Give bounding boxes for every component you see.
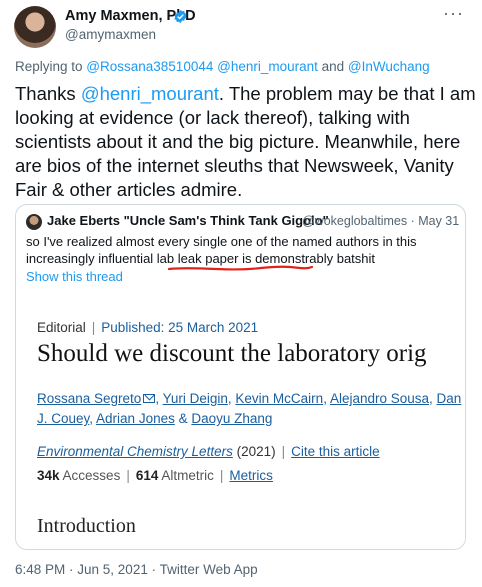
article-screenshot: Editorial | Published: 25 March 2021 Shoul… <box>16 297 465 549</box>
mention-link[interactable]: @Rossana38510044 <box>86 59 213 74</box>
author-link[interactable]: Rossana Segreto <box>37 391 141 406</box>
article-metrics: 34k Accesses | 614 Altmetric | Metrics <box>37 468 273 483</box>
quote-author-name: Jake Eberts "Uncle Sam's Think Tank Gigo… <box>47 213 329 228</box>
more-dots-icon[interactable]: ··· <box>443 3 464 24</box>
article-section-heading: Introduction <box>37 515 136 537</box>
replying-prefix: Replying to <box>15 59 87 74</box>
altmetric-value: 614 <box>135 468 159 483</box>
mention-link[interactable]: @henri_mourant <box>217 59 318 74</box>
article-published: Published: 25 March 2021 <box>101 320 259 335</box>
author-link[interactable]: Daoyu Zhang <box>191 411 272 426</box>
tweet-text: Thanks @henri_mourant. The problem may b… <box>15 82 477 202</box>
show-thread-link[interactable]: Show this thread <box>26 269 123 284</box>
author-link[interactable]: Dan <box>437 391 462 406</box>
verified-badge-icon <box>174 9 187 24</box>
author-link[interactable]: Adrian Jones <box>96 411 175 426</box>
altmetric-label: Altmetric <box>161 468 214 483</box>
metrics-link[interactable]: Metrics <box>229 468 273 483</box>
article-authors: Rossana Segreto, Yuri Deigin, Kevin McCa… <box>37 391 462 426</box>
quote-meta: @wokeglobaltimes · May 31 <box>302 214 460 228</box>
tweet-mention-link[interactable]: @henri_mourant <box>81 83 219 104</box>
replying-and: and <box>317 59 348 74</box>
accesses-value: 34k <box>37 468 60 483</box>
author-link[interactable]: J. Couey <box>37 411 89 426</box>
red-underline-annotation <box>167 265 314 271</box>
quote-avatar[interactable] <box>26 214 42 230</box>
article-type: Editorial <box>37 320 86 335</box>
mention-link[interactable]: @InWuchang <box>348 59 430 74</box>
author-link[interactable]: Kevin McCairn <box>235 391 323 406</box>
avatar[interactable] <box>14 6 56 48</box>
journal-year: (2021) <box>236 444 276 459</box>
journal-link[interactable]: Environmental Chemistry Letters <box>37 444 233 459</box>
article-type-line: Editorial | Published: 25 March 2021 <box>37 320 259 335</box>
quoted-tweet[interactable]: Jake Eberts "Uncle Sam's Think Tank Gigo… <box>15 204 466 550</box>
author-link[interactable]: Alejandro Sousa <box>330 391 429 406</box>
accesses-label: Accesses <box>62 468 121 483</box>
tweet-timestamp[interactable]: 6:48 PM · Jun 5, 2021 · Twitter Web App <box>15 562 258 577</box>
tweet-text-part: Thanks <box>15 83 81 104</box>
replying-to: Replying to @Rossana38510044 @henri_mour… <box>15 59 430 74</box>
journal-line: Environmental Chemistry Letters (2021) | C… <box>37 444 380 459</box>
mail-icon <box>143 394 156 403</box>
cite-link[interactable]: Cite this article <box>291 444 380 459</box>
quote-text: so I've realized almost every single one… <box>26 234 417 266</box>
author-link[interactable]: Yuri Deigin <box>163 391 228 406</box>
author-handle[interactable]: @amymaxmen <box>65 27 156 42</box>
article-title: Should we discount the laboratory orig <box>37 340 427 367</box>
